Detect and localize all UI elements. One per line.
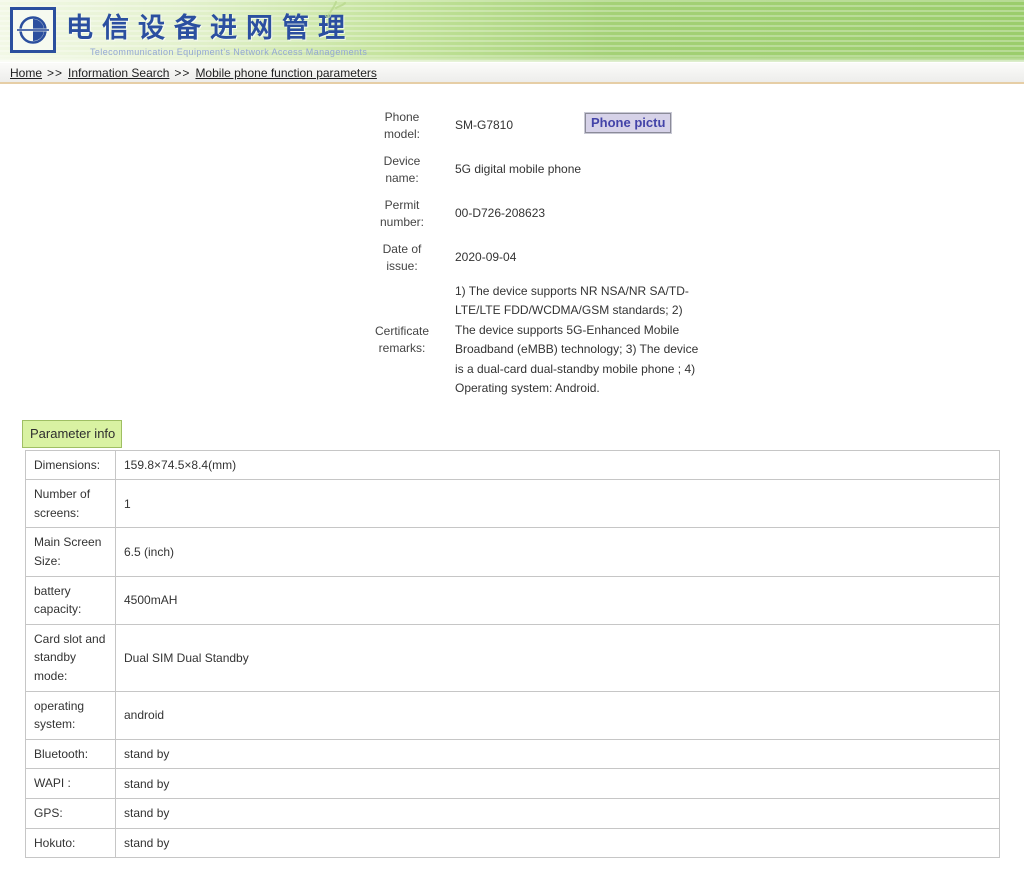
row-value: stand by — [115, 797, 1000, 829]
row-label: Bluetooth: — [25, 738, 116, 770]
device-name-label: Device name: — [383, 153, 421, 185]
row-label: Main Screen Size: — [25, 527, 116, 577]
table-row-gps: GPS: stand by — [25, 797, 1000, 829]
breadcrumb-link-mobile-phone-function-parameters[interactable]: Mobile phone function parameters — [195, 66, 376, 80]
row-value: stand by — [115, 738, 1000, 770]
table-row-dimensions: Dimensions: 159.8×74.5×8.4(mm) — [25, 449, 1000, 481]
row-value: 4500mAH — [115, 575, 1000, 625]
field-row-date-of-issue: Date of issue: 2020-09-04 — [370, 236, 700, 280]
device-name-value: 5G digital mobile phone — [455, 162, 582, 177]
row-label: Hokuto: — [25, 827, 116, 859]
row-label: Card slot and standby mode: — [25, 623, 116, 692]
breadcrumb-link-home[interactable]: Home — [10, 66, 42, 80]
table-row-bluetooth: Bluetooth: stand by — [25, 738, 1000, 770]
row-label: WAPI : — [25, 768, 116, 799]
permit-number-label: Permit number: — [379, 197, 425, 229]
date-of-issue-label: Date of issue: — [382, 241, 422, 273]
row-value: stand by — [115, 768, 1000, 799]
certificate-remarks-value: 1) The device supports NR NSA/NR SA/TD-L… — [455, 284, 699, 396]
table-row-number-of-screens: Number of screens: 1 — [25, 479, 1000, 529]
table-row-operating-system: operating system: android — [25, 690, 1000, 740]
parameter-table: Dimensions: 159.8×74.5×8.4(mm) Number of… — [25, 449, 1000, 859]
phone-model-label: Phone model: — [383, 109, 421, 141]
header-banner: 电信设备进网管理 Telecommunication Equipment's N… — [0, 0, 1024, 62]
table-row-wapi: WAPI : stand by — [25, 768, 1000, 799]
row-label: GPS: — [25, 797, 116, 829]
table-row-main-screen-size: Main Screen Size: 6.5 (inch) — [25, 527, 1000, 577]
breadcrumb-separator: >> — [47, 65, 64, 80]
row-label: operating system: — [25, 690, 116, 740]
table-row-battery-capacity: battery capacity: 4500mAH — [25, 575, 1000, 625]
row-value: android — [115, 690, 1000, 740]
row-value: 159.8×74.5×8.4(mm) — [115, 449, 1000, 481]
field-row-device-name: Device name: 5G digital mobile phone — [370, 148, 700, 192]
row-value: 6.5 (inch) — [115, 527, 1000, 577]
row-label: Dimensions: — [25, 449, 116, 481]
table-row-hokuto: Hokuto: stand by — [25, 827, 1000, 859]
permit-number-value: 00-D726-208623 — [455, 206, 546, 221]
table-row-card-slot-standby-mode: Card slot and standby mode: Dual SIM Dua… — [25, 623, 1000, 692]
row-value: Dual SIM Dual Standby — [115, 623, 1000, 692]
breadcrumb-separator: >> — [174, 65, 191, 80]
site-subtitle-english: Telecommunication Equipment's Network Ac… — [90, 47, 368, 57]
sprout-decoration-icon — [322, 0, 348, 23]
row-value: stand by — [115, 827, 1000, 859]
row-label: battery capacity: — [25, 575, 116, 625]
tab-parameter-info[interactable]: Parameter info — [22, 419, 123, 448]
breadcrumb-link-information-search[interactable]: Information Search — [68, 66, 169, 80]
field-row-permit-number: Permit number: 00-D726-208623 — [370, 192, 700, 236]
row-label: Number of screens: — [25, 479, 116, 529]
row-value: 1 — [115, 479, 1000, 529]
certificate-remarks-label: Certificate remarks: — [374, 323, 430, 356]
tenaa-logo-icon — [10, 7, 56, 53]
phone-model-value: SM-G7810 — [455, 118, 514, 133]
certificate-details-form: Phone model: SM-G7810 Phone pictu Device… — [370, 104, 700, 399]
phone-picture-button[interactable]: Phone pictu — [583, 112, 673, 134]
field-row-certificate-remarks: Certificate remarks: 1) The device suppo… — [370, 282, 700, 399]
breadcrumb: Home >> Information Search >> Mobile pho… — [0, 62, 1024, 84]
date-of-issue-value: 2020-09-04 — [455, 250, 517, 265]
